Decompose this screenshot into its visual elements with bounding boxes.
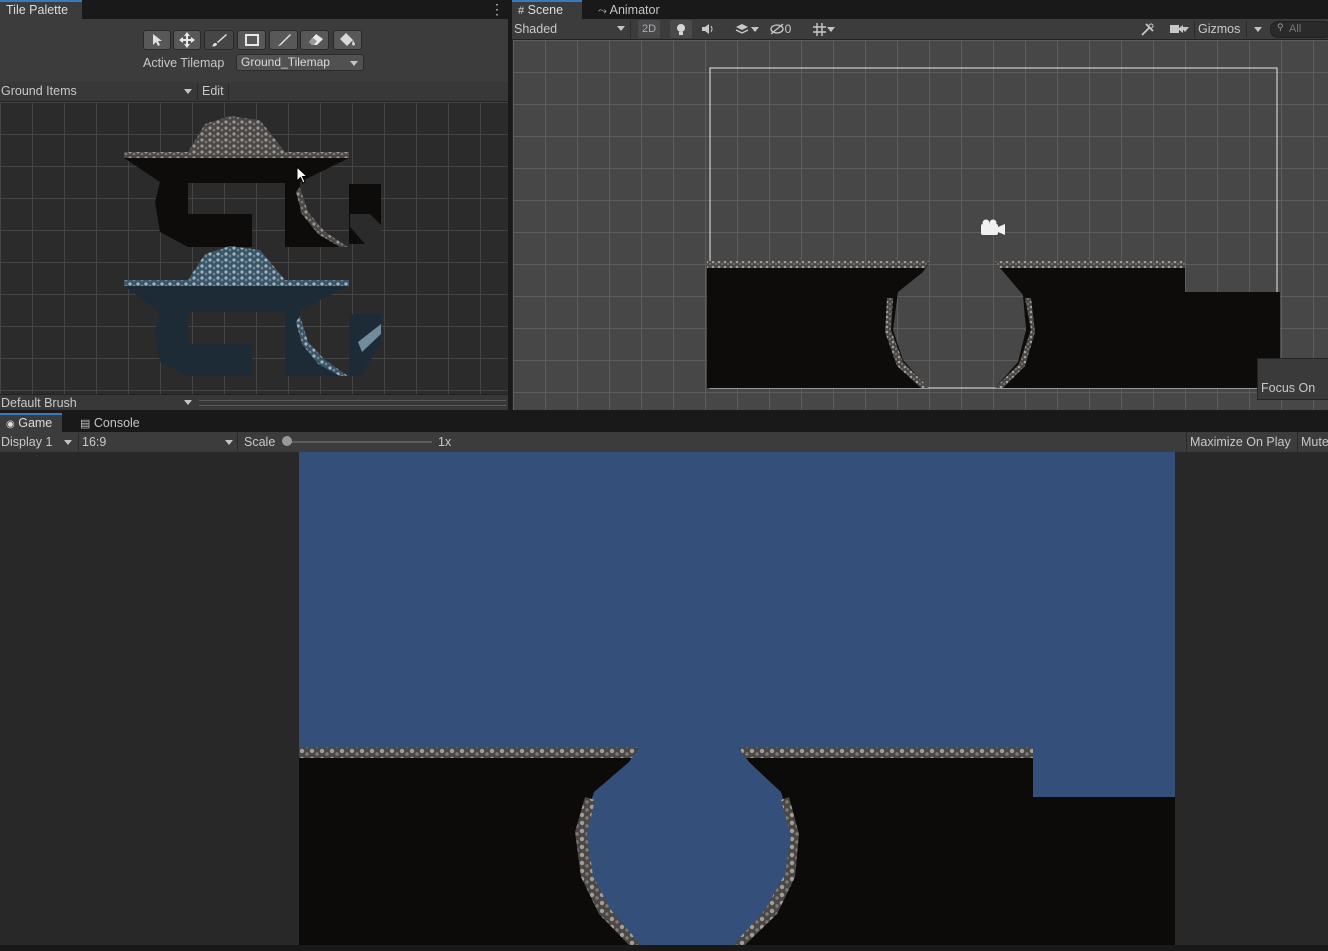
search-icon: ⚲ <box>1277 22 1284 32</box>
picker-tool-button[interactable] <box>269 30 298 50</box>
brush-tool-button[interactable] <box>204 30 234 50</box>
box-fill-tool-button[interactable] <box>237 30 266 50</box>
chevron-down-icon <box>350 61 358 66</box>
grid-snap-icon <box>812 22 826 36</box>
brush-splitter[interactable] <box>199 400 506 406</box>
ice-tile-set <box>124 246 381 376</box>
chevron-down-icon <box>184 400 192 405</box>
eraser-icon <box>308 34 323 45</box>
fill-bucket-icon <box>339 33 355 46</box>
tab-game[interactable]: ◉ Game <box>0 413 62 432</box>
tab-scene[interactable]: # Scene <box>512 0 582 19</box>
gamepad-icon: ◉ <box>6 419 15 430</box>
scene-content <box>707 67 1280 389</box>
chevron-down-icon <box>184 89 192 94</box>
palette-canvas[interactable] <box>0 102 508 394</box>
chevron-down-icon <box>1254 27 1262 32</box>
aspect-dropdown[interactable]: 16:9 <box>78 433 238 451</box>
layers-icon <box>735 24 749 34</box>
gizmos-label: Gizmos <box>1198 22 1241 36</box>
panel-menu-icon[interactable]: ⋮ <box>490 2 504 17</box>
tab-game-label: Game <box>18 416 53 430</box>
maximize-on-play-button[interactable]: Maximize On Play <box>1186 432 1297 452</box>
game-tabstrip <box>0 413 1328 432</box>
picker-icon <box>277 34 291 46</box>
vertical-splitter[interactable] <box>508 0 512 410</box>
box-fill-icon <box>244 34 259 46</box>
palette-dropdown-value: Ground Items <box>1 84 77 98</box>
display-dropdown[interactable]: Display 1 <box>0 433 76 451</box>
gizmos-dropdown[interactable]: Gizmos <box>1194 20 1266 38</box>
palette-tiles <box>124 116 381 376</box>
ground-tile-set <box>124 116 381 247</box>
game-viewport[interactable] <box>0 452 1328 945</box>
palette-dropdown[interactable]: Ground Items <box>0 83 198 100</box>
mute-button[interactable]: Mute <box>1297 432 1328 452</box>
chevron-down-icon <box>751 27 759 32</box>
chevron-down-icon <box>1181 27 1189 32</box>
focus-on-label: Focus On <box>1261 381 1316 395</box>
chevron-down-icon <box>827 27 835 32</box>
hidden-eye-icon <box>770 23 784 35</box>
scale-label: Scale <box>244 435 276 449</box>
animator-icon: ⤳ <box>598 5 607 17</box>
camera-dropdown[interactable] <box>1160 20 1192 38</box>
chevron-down-icon <box>64 440 72 445</box>
scale-slider-track[interactable] <box>285 441 432 443</box>
grid-icon: # <box>518 5 525 17</box>
move-icon <box>179 32 195 48</box>
brush-dropdown-value: Default Brush <box>1 396 77 410</box>
mouse-cursor-icon <box>296 166 309 184</box>
tab-console[interactable]: ▤ Console <box>74 413 154 432</box>
scene-viewport[interactable]: Focus On <box>512 40 1328 410</box>
aspect-dropdown-value: 16:9 <box>82 435 107 449</box>
tab-console-label: Console <box>93 416 140 430</box>
lighting-toggle[interactable] <box>670 20 692 38</box>
active-tilemap-value: Ground_Tilemap <box>241 55 330 69</box>
shading-dropdown-value: Shaded <box>514 22 558 36</box>
tab-animator[interactable]: ⤳ Animator <box>592 0 670 19</box>
toggle-2d-button[interactable]: 2D <box>638 20 660 38</box>
tab-animator-label: Animator <box>609 3 660 17</box>
fill-bucket-tool-button[interactable] <box>333 30 362 50</box>
select-icon <box>153 34 162 46</box>
mute-label: Mute <box>1301 435 1328 449</box>
gizmos-divider <box>1246 21 1247 37</box>
shading-dropdown[interactable]: Shaded <box>512 20 631 38</box>
game-bottom-bar <box>0 945 1328 951</box>
active-tilemap-label: Active Tilemap <box>143 56 225 70</box>
active-tilemap-dropdown[interactable]: Ground_Tilemap <box>236 54 364 71</box>
game-render <box>299 452 1175 945</box>
select-tool-button[interactable] <box>143 30 171 50</box>
chevron-down-icon <box>617 26 625 31</box>
lightbulb-icon <box>677 23 685 35</box>
scene-search-input[interactable]: ⚲ All <box>1270 21 1328 38</box>
brush-dropdown[interactable]: Default Brush <box>0 395 197 410</box>
console-icon: ▤ <box>80 418 91 430</box>
camera-gizmo-icon <box>981 219 1005 235</box>
hidden-count: 0 <box>784 22 792 36</box>
tab-tile-palette[interactable]: Tile Palette <box>0 0 82 19</box>
focus-on-button[interactable]: Focus On <box>1257 358 1328 400</box>
edit-palette-label: Edit <box>202 84 224 98</box>
wrench-icon <box>1140 22 1154 36</box>
scale-value: 1x <box>438 435 452 449</box>
audio-toggle[interactable] <box>697 20 717 38</box>
chevron-down-icon <box>225 440 233 445</box>
grid-snap-dropdown[interactable] <box>800 20 838 38</box>
scale-slider-handle[interactable] <box>282 436 292 446</box>
edit-palette-button[interactable]: Edit <box>198 83 229 100</box>
scene-visibility-toggle[interactable]: 0 <box>765 20 795 38</box>
tab-scene-label: Scene <box>527 3 564 17</box>
search-placeholder: All <box>1289 23 1302 35</box>
display-dropdown-value: Display 1 <box>1 435 53 449</box>
speaker-icon <box>701 24 712 34</box>
tools-toggle[interactable] <box>1137 20 1157 38</box>
effects-dropdown[interactable] <box>722 20 762 38</box>
maximize-on-play-label: Maximize On Play <box>1190 435 1291 449</box>
eraser-tool-button[interactable] <box>300 30 329 50</box>
move-tool-button[interactable] <box>173 30 201 50</box>
brush-icon <box>211 34 227 47</box>
